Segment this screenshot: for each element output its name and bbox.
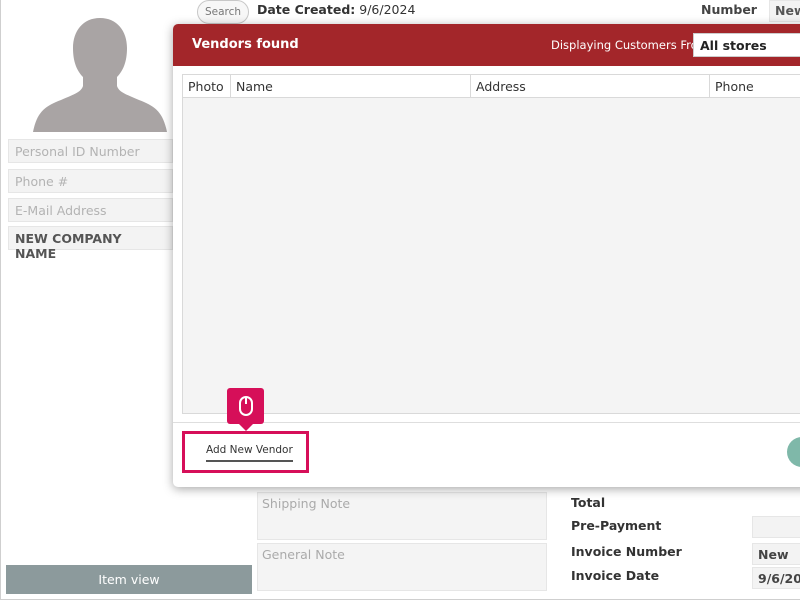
vendors-dialog: Vendors found Displaying Customers From:… <box>173 24 800 487</box>
dialog-title: Vendors found <box>192 37 299 52</box>
number-label: Number <box>701 2 757 17</box>
avatar-placeholder-icon <box>33 18 167 132</box>
general-note-field[interactable]: General Note <box>257 543 547 591</box>
search-button[interactable]: Search <box>197 0 249 24</box>
date-created: Date Created: 9/6/2024 <box>257 2 415 17</box>
mouse-icon <box>238 396 253 416</box>
column-header-phone[interactable]: Phone <box>710 75 800 98</box>
mouse-click-indicator <box>227 388 264 431</box>
phone-field[interactable]: Phone # <box>8 169 173 193</box>
table-header: Photo Name Address Phone <box>183 75 800 98</box>
invoice-date-label: Invoice Date <box>571 568 660 583</box>
shipping-note-field[interactable]: Shipping Note <box>257 492 547 540</box>
footer-divider <box>173 422 800 423</box>
column-header-photo[interactable]: Photo <box>183 75 231 98</box>
personal-id-field[interactable]: Personal ID Number <box>8 139 173 163</box>
invoice-number-field[interactable]: New <box>752 543 800 565</box>
store-filter-select[interactable]: All stores <box>693 33 800 57</box>
total-label: Total <box>571 495 606 510</box>
prepayment-label: Pre-Payment <box>571 518 662 533</box>
confirm-button[interactable] <box>787 437 800 467</box>
company-name-field[interactable]: NEW COMPANY NAME <box>8 226 173 261</box>
vendors-table: Photo Name Address Phone <box>182 74 800 414</box>
dialog-header: Vendors found Displaying Customers From:… <box>173 24 800 66</box>
column-header-address[interactable]: Address <box>471 75 710 98</box>
app-window: Search Date Created: 9/6/2024 Number New… <box>0 0 800 600</box>
date-created-value: 9/6/2024 <box>359 2 416 17</box>
invoice-date-field[interactable]: 9/6/202 <box>752 567 800 589</box>
item-view-button[interactable]: Item view <box>6 565 252 594</box>
date-created-label: Date Created: <box>257 2 356 17</box>
column-header-name[interactable]: Name <box>231 75 471 98</box>
number-field[interactable]: New <box>769 0 800 22</box>
store-filter-label: Displaying Customers From: <box>551 38 713 52</box>
click-highlight <box>182 431 309 473</box>
prepayment-field[interactable] <box>752 516 800 538</box>
email-field[interactable]: E-Mail Address <box>8 198 173 222</box>
invoice-number-label: Invoice Number <box>571 544 682 559</box>
